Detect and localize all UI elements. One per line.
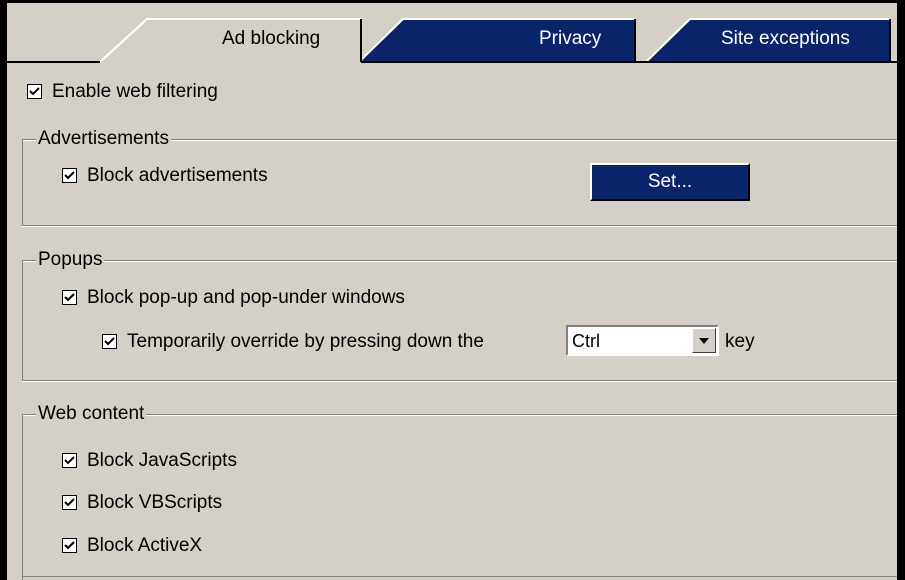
block-popups-checkbox[interactable]	[62, 290, 77, 305]
key-suffix-label: key	[725, 331, 755, 352]
block-popups-label: Block pop-up and pop-under windows	[87, 287, 405, 308]
block-activex-label: Block ActiveX	[87, 535, 203, 556]
settings-panel: Ad blocking Privacy Site exceptions Enab…	[7, 3, 897, 580]
tab-ad-blocking[interactable]: Ad blocking	[222, 28, 320, 50]
override-key-select[interactable]: Ctrl	[566, 325, 719, 356]
checkmark-icon	[29, 87, 40, 96]
block-activex-checkbox[interactable]	[62, 538, 77, 553]
tab-site-exceptions[interactable]: Site exceptions	[721, 28, 850, 50]
block-javascripts-checkbox[interactable]	[62, 453, 77, 468]
temporarily-override-label: Temporarily override by pressing down th…	[127, 331, 484, 352]
checkmark-icon	[64, 171, 75, 180]
checkmark-icon	[104, 337, 115, 346]
tab-privacy[interactable]: Privacy	[539, 28, 601, 50]
web-content-legend: Web content	[36, 403, 147, 425]
block-advertisements-label: Block advertisements	[87, 165, 268, 186]
window-frame-right	[897, 3, 905, 580]
checkmark-icon	[64, 498, 75, 507]
tab-baseline-left	[7, 61, 100, 63]
set-button-label: Set...	[647, 171, 693, 192]
advertisements-legend: Advertisements	[36, 128, 171, 150]
chevron-down-icon	[699, 338, 709, 344]
checkmark-icon	[64, 456, 75, 465]
override-key-value: Ctrl	[572, 331, 600, 351]
checkmark-icon	[64, 541, 75, 550]
tab-baseline-right	[361, 61, 897, 63]
block-javascripts-label: Block JavaScripts	[87, 450, 237, 471]
window-frame-left	[0, 0, 7, 580]
block-advertisements-checkbox[interactable]	[62, 168, 77, 183]
tab-strip: Ad blocking Privacy Site exceptions	[7, 3, 897, 65]
block-vbscripts-label: Block VBScripts	[87, 492, 223, 513]
enable-web-filtering-checkbox[interactable]	[27, 84, 42, 99]
temporarily-override-checkbox[interactable]	[102, 334, 117, 349]
enable-web-filtering-label: Enable web filtering	[52, 81, 218, 102]
block-vbscripts-checkbox[interactable]	[62, 495, 77, 510]
dropdown-arrow-button[interactable]	[692, 328, 716, 353]
checkmark-icon	[64, 293, 75, 302]
set-button[interactable]: Set...	[590, 163, 750, 201]
popups-legend: Popups	[36, 249, 105, 271]
